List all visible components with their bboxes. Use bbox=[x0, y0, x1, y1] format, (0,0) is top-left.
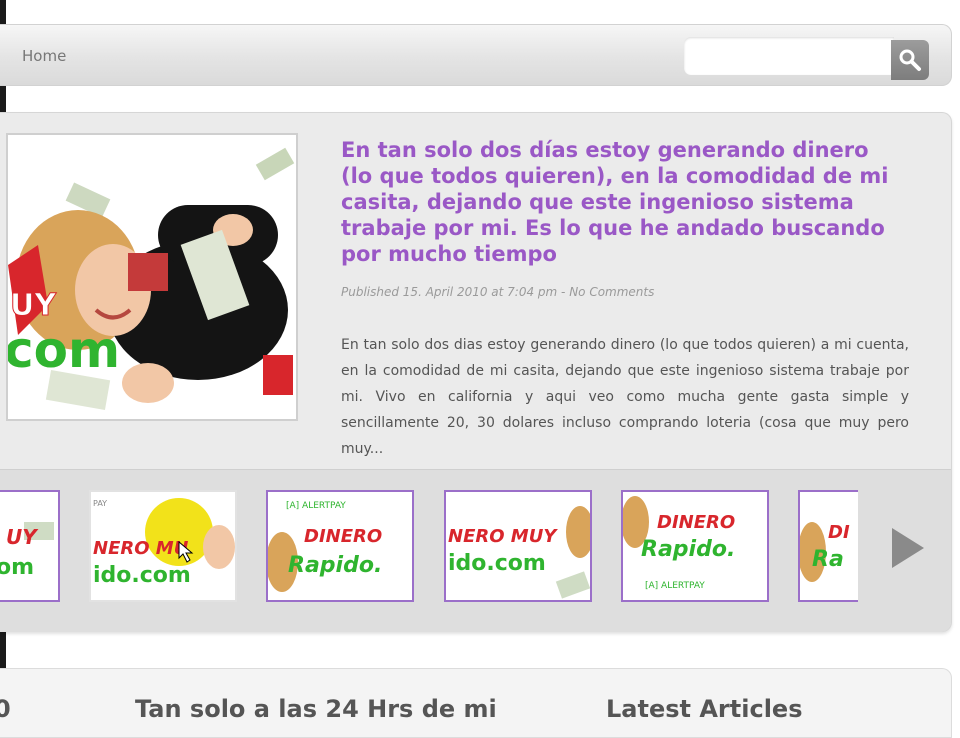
svg-text:NERO MU: NERO MU bbox=[93, 538, 189, 559]
nav-home-link[interactable]: Home bbox=[22, 47, 66, 65]
thumb-image: DI Ra bbox=[800, 492, 858, 600]
post-meta: Published 15. April 2010 at 7:04 pm - No… bbox=[341, 285, 655, 299]
svg-text:com: com bbox=[8, 321, 120, 379]
svg-text:DINERO: DINERO bbox=[304, 526, 382, 547]
search-input[interactable] bbox=[684, 37, 894, 75]
nav-bar: Home bbox=[0, 24, 952, 86]
carousel-thumb[interactable]: DI Ra bbox=[798, 490, 858, 602]
svg-text:DINERO: DINERO bbox=[657, 512, 735, 533]
thumb-image: [A] ALERTPAY DINERO Rapido. bbox=[268, 492, 412, 600]
carousel-thumb[interactable]: NERO MUY ido.com bbox=[444, 490, 592, 602]
svg-text:ido.com: ido.com bbox=[93, 563, 191, 588]
search-button[interactable] bbox=[891, 40, 929, 80]
svg-text:UY: UY bbox=[10, 288, 57, 323]
thumb-image: NERO MUY ido.com bbox=[446, 492, 590, 600]
magnifier-icon bbox=[899, 49, 921, 71]
svg-text:PAY: PAY bbox=[93, 499, 107, 508]
featured-post-panel: UY com En tan solo dos días estoy genera… bbox=[0, 112, 952, 632]
post-excerpt: En tan solo dos dias estoy generando din… bbox=[341, 337, 909, 457]
svg-text:Rapido.: Rapido. bbox=[641, 537, 735, 562]
featured-image[interactable]: UY com bbox=[6, 133, 298, 421]
column-heading-2[interactable]: Tan solo a las 24 Hrs de mi bbox=[135, 695, 497, 723]
carousel-thumb[interactable]: [A] ALERTPAY DINERO Rapido. bbox=[266, 490, 414, 602]
svg-text:[A] ALERTPAY: [A] ALERTPAY bbox=[645, 581, 705, 591]
column-heading-1: 0 bbox=[0, 695, 11, 723]
thumb-image: UY om bbox=[0, 492, 58, 600]
carousel-thumb[interactable]: DINERO Rapido. [A] ALERTPAY bbox=[621, 490, 769, 602]
featured-image-graphic: UY com bbox=[8, 135, 296, 419]
featured-post-title[interactable]: En tan solo dos días estoy generando din… bbox=[341, 137, 901, 267]
svg-text:UY: UY bbox=[6, 525, 39, 549]
carousel-thumb-active[interactable]: PAY NERO MU ido.com bbox=[89, 490, 237, 602]
svg-text:DI: DI bbox=[828, 522, 850, 543]
thumb-image: DINERO Rapido. [A] ALERTPAY bbox=[623, 492, 767, 600]
carousel-thumb[interactable]: UY om bbox=[0, 490, 60, 602]
thumb-image: PAY NERO MU ido.com bbox=[91, 492, 235, 600]
bottom-section: 0 Tan solo a las 24 Hrs de mi Latest Art… bbox=[0, 668, 952, 738]
latest-articles-heading: Latest Articles bbox=[606, 695, 803, 723]
play-arrow-icon[interactable] bbox=[890, 526, 926, 570]
svg-text:om: om bbox=[0, 555, 34, 580]
thumbnail-carousel: UY om PAY NERO MU ido.com bbox=[0, 469, 951, 632]
svg-text:Ra: Ra bbox=[812, 547, 844, 572]
svg-text:ido.com: ido.com bbox=[448, 551, 546, 576]
thumbnail-track: UY om PAY NERO MU ido.com bbox=[0, 490, 858, 604]
svg-text:Rapido.: Rapido. bbox=[288, 553, 382, 578]
svg-text:[A] ALERTPAY: [A] ALERTPAY bbox=[286, 501, 346, 511]
svg-text:NERO MUY: NERO MUY bbox=[448, 526, 558, 547]
